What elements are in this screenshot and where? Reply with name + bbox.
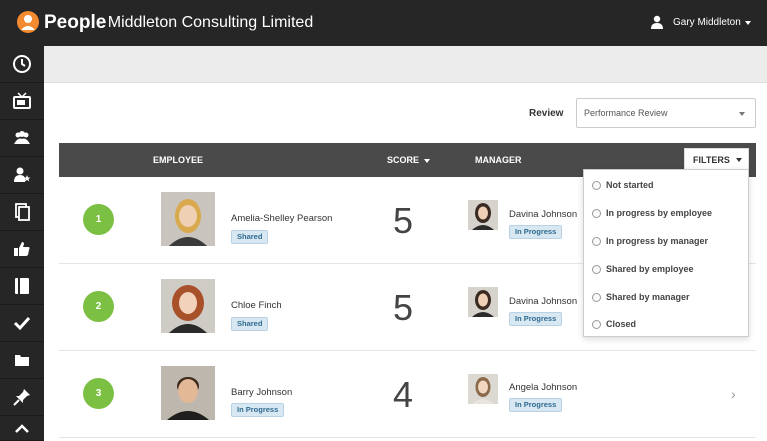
chevron-right-icon[interactable]: › [731, 386, 736, 402]
people-logo-icon [17, 11, 39, 33]
column-header-manager: MANAGER [475, 155, 522, 165]
employee-avatar [161, 279, 215, 333]
manager-status-badge: In Progress [509, 225, 563, 239]
chevron-down-icon [736, 158, 742, 162]
radio-button[interactable] [592, 236, 601, 246]
manager-avatar [468, 287, 498, 317]
filter-option[interactable]: Closed [584, 310, 748, 338]
user-star-icon [14, 167, 31, 182]
manager-status-badge: In Progress [509, 398, 563, 412]
user-icon[interactable] [650, 15, 664, 29]
radio-button[interactable] [592, 319, 601, 329]
column-header-score[interactable]: SCORE [387, 155, 419, 165]
filter-option[interactable]: Shared by employee [584, 255, 748, 283]
column-header-employee: EMPLOYEE [153, 155, 204, 165]
dashboard-icon [13, 55, 31, 73]
people-icon [14, 131, 30, 144]
filter-option-label: Shared by manager [606, 292, 690, 302]
status-badge: Shared [231, 317, 269, 331]
score-value: 5 [393, 200, 414, 241]
rank-badge: 1 [83, 204, 114, 235]
score-value: 5 [393, 287, 414, 328]
employee-avatar [161, 192, 215, 246]
sidebar-item-pin[interactable] [0, 379, 44, 416]
filter-option-label: Closed [606, 319, 637, 329]
company-name: - Middleton Consulting Limited [98, 14, 314, 31]
manager-name[interactable]: Davina Johnson [509, 209, 577, 220]
filter-option[interactable]: Not started [584, 171, 748, 199]
sidebar-item-thumbs-up[interactable] [0, 231, 44, 268]
manager-avatar [468, 374, 498, 404]
rank-badge: 3 [83, 378, 114, 409]
sidebar-item-people[interactable] [0, 120, 44, 157]
filter-option[interactable]: Shared by manager [584, 283, 748, 311]
review-select[interactable]: Performance Review [576, 98, 756, 128]
filters-dropdown: Not started In progress by employee In p… [583, 169, 749, 337]
manager-status-badge: In Progress [509, 312, 563, 326]
review-label: Review [529, 108, 564, 119]
tv-icon [13, 92, 31, 109]
review-select-value: Performance Review [584, 108, 668, 118]
filter-option-label: Shared by employee [606, 264, 694, 274]
employee-name[interactable]: Barry Johnson [231, 387, 292, 398]
table-row[interactable]: 3 Barry Johnson In Progress 4 Angela Joh… [59, 351, 756, 438]
sidebar-item-documents[interactable] [0, 194, 44, 231]
pin-icon [13, 389, 30, 406]
filter-option-label: In progress by manager [606, 236, 709, 246]
sidebar-item-book[interactable] [0, 268, 44, 305]
sidebar-item-check[interactable] [0, 305, 44, 342]
radio-button[interactable] [592, 208, 601, 218]
manager-name[interactable]: Davina Johnson [509, 296, 577, 307]
rank-badge: 2 [83, 291, 114, 322]
filter-option[interactable]: In progress by employee [584, 199, 748, 227]
sub-header-bar [44, 46, 767, 83]
chevron-down-icon [739, 112, 745, 116]
filter-option[interactable]: In progress by manager [584, 227, 748, 255]
filter-option-label: In progress by employee [606, 208, 713, 218]
filter-option-label: Not started [606, 180, 654, 190]
sidebar-item-folder[interactable] [0, 342, 44, 379]
brand-name[interactable]: People [44, 11, 106, 35]
manager-name[interactable]: Angela Johnson [509, 382, 577, 393]
status-badge: In Progress [231, 403, 285, 417]
arrow-up-icon [15, 424, 29, 433]
sidebar-item-user-star[interactable] [0, 157, 44, 194]
manager-avatar [468, 200, 498, 230]
radio-button[interactable] [592, 180, 601, 190]
filters-label: FILTERS [693, 155, 730, 165]
folder-icon [15, 355, 29, 366]
radio-button[interactable] [592, 264, 601, 274]
sidebar-item-dashboard[interactable] [0, 46, 44, 83]
sidebar-item-more[interactable] [0, 416, 44, 441]
score-value: 4 [393, 374, 414, 415]
radio-button[interactable] [592, 292, 601, 302]
thumbs-up-icon [14, 242, 30, 256]
documents-icon [15, 203, 30, 221]
sidebar [0, 46, 44, 441]
employee-name[interactable]: Chloe Finch [231, 300, 282, 311]
book-icon [15, 278, 29, 294]
sort-caret-icon[interactable] [424, 159, 430, 163]
user-menu-name[interactable]: Gary Middleton [673, 17, 741, 29]
sidebar-item-tv[interactable] [0, 83, 44, 120]
employee-avatar [161, 366, 215, 420]
status-badge: Shared [231, 230, 269, 244]
chevron-down-icon[interactable] [745, 21, 751, 25]
filters-button[interactable]: FILTERS [684, 148, 749, 170]
top-bar: People - Middleton Consulting Limited Ga… [0, 0, 767, 46]
checkmark-icon [13, 316, 31, 331]
employee-name[interactable]: Amelia-Shelley Pearson [231, 213, 332, 224]
